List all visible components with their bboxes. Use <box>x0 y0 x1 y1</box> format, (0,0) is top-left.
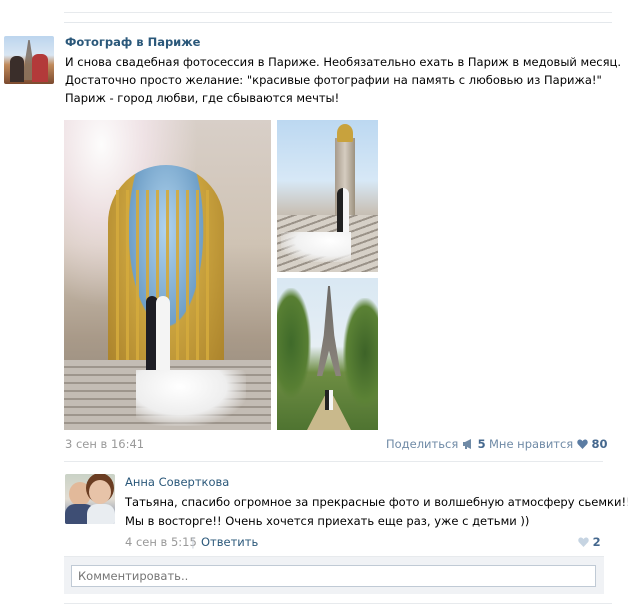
photo-dress-shape <box>136 370 246 426</box>
post-top-border <box>64 22 612 23</box>
photo-couple-shape <box>337 188 349 238</box>
comment-author-link[interactable]: Анна Соверткова <box>125 475 229 489</box>
reply-button[interactable]: Ответить <box>201 535 258 549</box>
share-label: Поделиться <box>386 437 459 451</box>
avatar-face-shape <box>89 480 111 504</box>
post-comments-divider <box>64 461 603 462</box>
wedding-palace-gate-photo[interactable] <box>64 120 271 430</box>
wedding-eiffel-tower-photo[interactable] <box>277 278 378 430</box>
post-text: И снова свадебная фотосессия в Париже. Н… <box>65 53 622 107</box>
avatar-person-right <box>32 54 48 82</box>
comment-date-link[interactable]: 4 сен в 5:15 <box>125 535 197 549</box>
wedding-bridge-stairs-photo[interactable] <box>277 120 378 272</box>
comment-input-area <box>64 556 604 594</box>
heart-icon <box>578 536 589 550</box>
avatar-person-left <box>10 56 24 82</box>
post-text-line: Париж - город любви, где сбываются мечты… <box>65 91 340 105</box>
comment-separator: | <box>191 535 195 549</box>
like-button[interactable]: Мне нравится 80 <box>489 437 608 452</box>
photo-trees-shape <box>343 298 378 408</box>
share-count: 5 <box>477 437 486 451</box>
photo-statue-shape <box>337 124 353 142</box>
post-date-link[interactable]: 3 сен в 16:41 <box>65 437 144 451</box>
post-author-link[interactable]: Фотограф в Париже <box>65 35 200 49</box>
megaphone-icon <box>462 438 474 452</box>
photo-couple-shape <box>325 390 333 410</box>
comment-author-avatar[interactable] <box>65 474 115 524</box>
avatar-body-shape <box>87 504 115 524</box>
comment-input[interactable] <box>71 565 596 587</box>
like-count: 80 <box>591 437 608 451</box>
comment-text: Татьяна, спасибо огромное за прекрасные … <box>125 493 628 531</box>
post-author-avatar[interactable] <box>4 36 54 84</box>
comment-like-button[interactable]: 2 <box>578 535 601 550</box>
post-text-line: И снова свадебная фотосессия в Париже. Н… <box>65 55 622 69</box>
share-button[interactable]: Поделиться 5 <box>386 437 486 452</box>
bottom-divider <box>64 603 612 604</box>
photo-veil-shape <box>281 232 351 262</box>
comment-text-line: Татьяна, спасибо огромное за прекрасные … <box>125 495 628 509</box>
photo-trees-shape <box>277 288 311 398</box>
heart-icon <box>577 438 588 452</box>
top-divider <box>64 12 612 13</box>
comment-like-count: 2 <box>592 535 601 549</box>
avatar-face-shape <box>69 482 91 506</box>
post-text-line: Достаточно просто желание: "красивые фот… <box>65 73 602 87</box>
photo-eiffel-shape <box>317 286 341 376</box>
comment-text-line: Мы в восторге!! Очень хочется приехать е… <box>125 514 530 528</box>
like-label: Мне нравится <box>489 437 574 451</box>
